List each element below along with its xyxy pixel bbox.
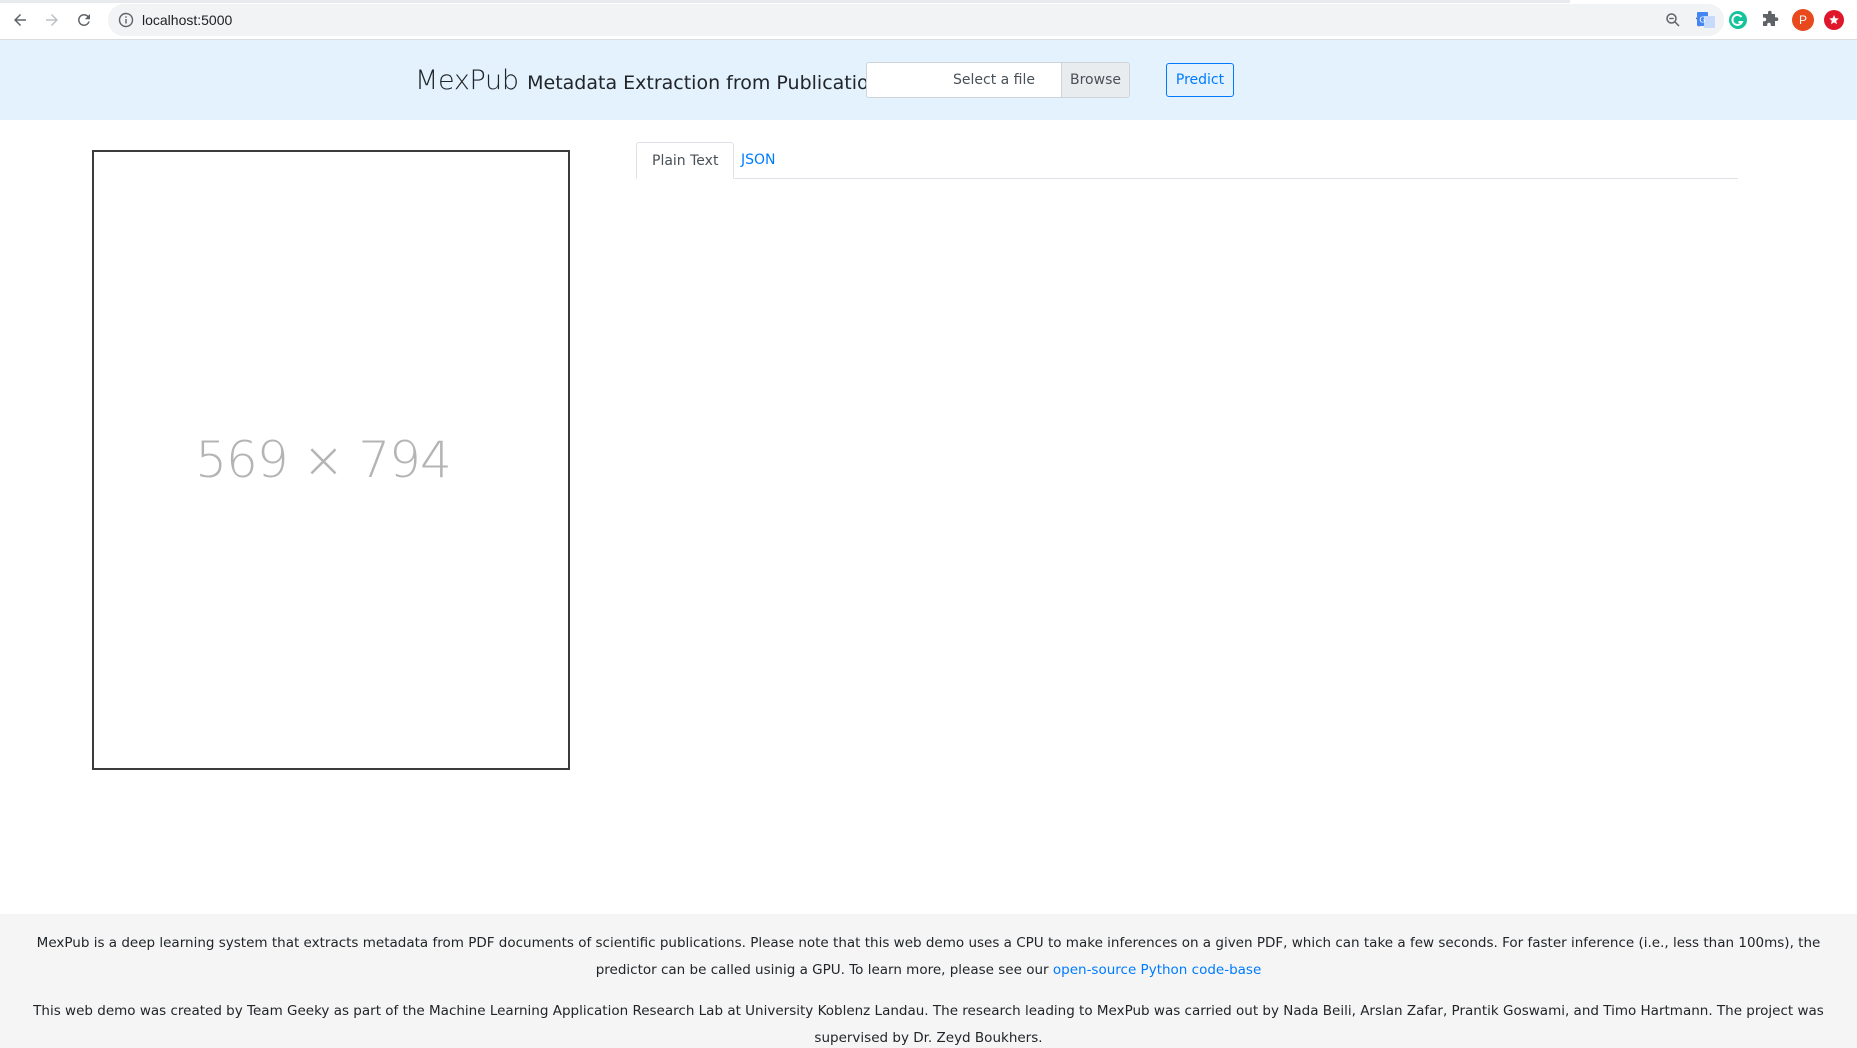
profile-avatar[interactable]: P — [1792, 9, 1814, 31]
pdf-preview-placeholder: 569 × 794 — [92, 150, 570, 770]
reload-icon[interactable] — [72, 8, 96, 32]
footer-description-text: MexPub is a deep learning system that ex… — [36, 935, 1821, 978]
puzzle-extensions-icon[interactable] — [1760, 10, 1780, 30]
zoom-icon[interactable] — [1664, 11, 1682, 29]
tab-plain-text[interactable]: Plain Text — [636, 142, 735, 179]
grammarly-extension-icon[interactable] — [1728, 10, 1748, 30]
tab-json[interactable]: JSON — [726, 142, 791, 179]
file-input-placeholder[interactable]: Select a file — [867, 63, 1061, 97]
footer-credits: This web demo was created by Team Geeky … — [33, 1003, 1824, 1046]
alert-extension-icon[interactable] — [1824, 10, 1844, 30]
file-input[interactable]: Select a file Browse — [866, 62, 1130, 98]
app-header: MexPub Metadata Extraction from Publicat… — [0, 40, 1857, 120]
back-icon[interactable] — [8, 8, 32, 32]
address-bar[interactable]: localhost:5000 — [108, 4, 1724, 36]
result-tabs: Plain Text JSON — [636, 142, 1738, 179]
preview-dimensions-text: 569 × 794 — [195, 431, 452, 489]
page-load-bar — [0, 0, 1570, 3]
forward-icon[interactable] — [40, 8, 64, 32]
svg-text:G: G — [1699, 16, 1705, 25]
info-icon[interactable] — [118, 12, 134, 28]
app-brand: MexPub Metadata Extraction from Publicat… — [415, 65, 891, 96]
footer-description: MexPub is a deep learning system that ex… — [0, 930, 1857, 984]
footer: MexPub is a deep learning system that ex… — [0, 914, 1857, 1048]
app-subtitle: Metadata Extraction from Publications — [527, 72, 891, 94]
predict-button[interactable]: Predict — [1166, 63, 1234, 97]
browser-toolbar: localhost:5000 G P — [0, 0, 1857, 40]
translate-extension-icon[interactable]: G — [1696, 10, 1716, 30]
browse-button[interactable]: Browse — [1061, 63, 1129, 97]
code-base-link[interactable]: open-source Python code-base — [1053, 962, 1261, 978]
app-name: MexPub — [415, 65, 519, 96]
url-text[interactable]: localhost:5000 — [142, 12, 232, 28]
